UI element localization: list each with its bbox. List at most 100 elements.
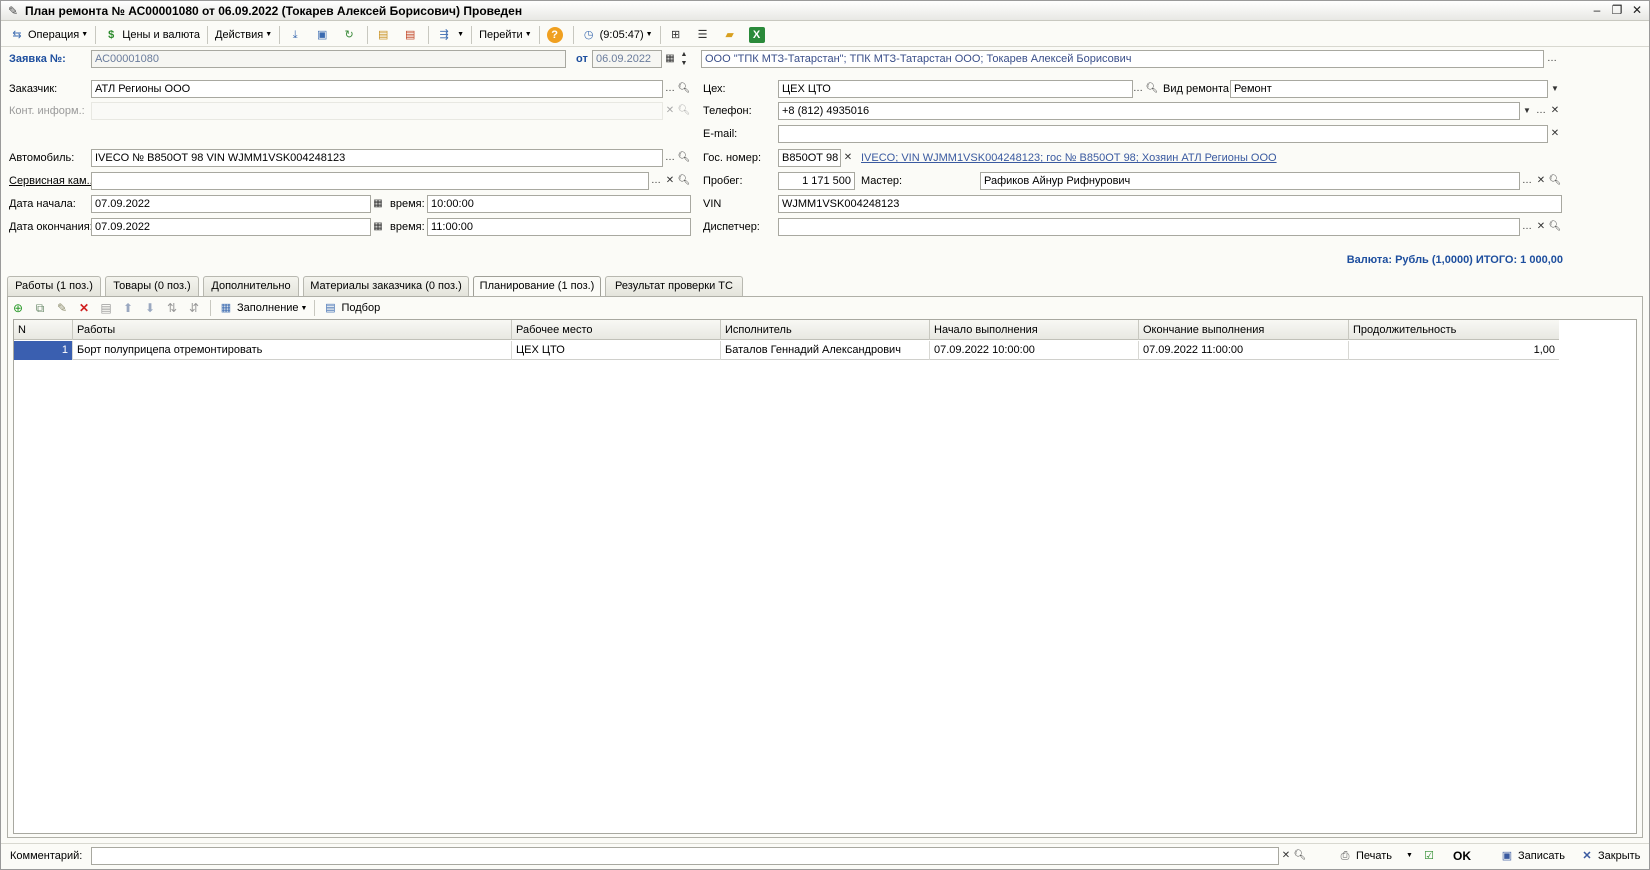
sort-desc-icon[interactable]: ⇵ [185, 299, 203, 317]
search-icon[interactable]: 🔍︎ [677, 149, 691, 167]
ellipsis-icon[interactable]: … [649, 172, 663, 190]
search-icon[interactable]: 🔍︎ [1548, 172, 1562, 190]
print-button[interactable]: ⎙ Печать ▼ [1337, 847, 1413, 865]
prices-button[interactable]: $ Цены и валюта [99, 25, 204, 45]
row-number[interactable]: 1 [14, 341, 73, 360]
ellipsis-icon[interactable]: … [1545, 50, 1559, 68]
chevron-down-icon[interactable]: ▼ [1548, 80, 1562, 98]
contact-field[interactable] [91, 102, 663, 120]
tab-planning[interactable]: Планирование (1 поз.) [473, 276, 601, 297]
toolbar-icon-6[interactable]: ⇶ ▼ [432, 25, 468, 45]
end-date-field[interactable]: 07.09.2022 [91, 218, 371, 236]
ellipsis-icon[interactable]: … [663, 80, 677, 98]
email-field[interactable] [778, 125, 1548, 143]
copy-icon[interactable]: ⧉ [31, 299, 49, 317]
start-time-field[interactable]: 10:00:00 [427, 195, 691, 213]
repair-type-select[interactable]: Ремонт [1230, 80, 1548, 98]
customer-field[interactable]: АТЛ Регионы ООО [91, 80, 663, 98]
search-icon[interactable]: 🔍︎ [1548, 218, 1562, 236]
minimize-button[interactable]: – [1589, 3, 1605, 18]
clear-icon[interactable]: ✕ [1548, 102, 1562, 120]
column-header[interactable]: N [14, 320, 73, 340]
ellipsis-icon[interactable]: … [663, 149, 677, 167]
ok-button[interactable]: OK [1453, 847, 1471, 865]
order-number-field[interactable]: АС00001080 [91, 50, 566, 68]
calendar-icon[interactable]: ▦ [663, 50, 677, 68]
workplace-cell[interactable]: ЦЕХ ЦТО [512, 341, 721, 360]
ellipsis-icon[interactable]: … [1534, 102, 1548, 120]
toolbar-icon-5[interactable]: ▤ [398, 25, 425, 45]
master-field[interactable]: Рафиков Айнур Рифнурович [980, 172, 1520, 190]
edit-icon[interactable]: ✎ [53, 299, 71, 317]
plate-field[interactable]: В850ОТ 98 [778, 149, 841, 167]
clear-icon[interactable]: ✕ [663, 172, 677, 190]
toolbar-icon-7[interactable]: ⊞ [664, 25, 691, 45]
chevron-down-icon[interactable]: ▼ [1520, 102, 1534, 120]
ellipsis-icon[interactable]: … [1520, 172, 1534, 190]
ellipsis-icon[interactable]: … [1131, 80, 1145, 98]
post-check-button[interactable]: ☑ [1421, 847, 1440, 865]
tab-goods[interactable]: Товары (0 поз.) [105, 276, 199, 296]
start-date-field[interactable]: 07.09.2022 [91, 195, 371, 213]
help-button[interactable]: ? [543, 25, 570, 45]
service-campaign-field[interactable] [91, 172, 649, 190]
from-date-field[interactable]: 06.09.2022 [592, 50, 662, 68]
select-button[interactable]: ▤ Подбор [318, 298, 384, 318]
move-down-icon[interactable]: ⬇ [141, 299, 159, 317]
delete-icon[interactable]: ✕ [75, 299, 93, 317]
comment-field[interactable] [91, 847, 1279, 865]
sort-asc-icon[interactable]: ⇅ [163, 299, 181, 317]
toolbar-icon-2[interactable]: ▣ [310, 25, 337, 45]
move-up-icon[interactable]: ⬆ [119, 299, 137, 317]
start-cell[interactable]: 07.09.2022 10:00:00 [930, 341, 1139, 360]
time-button[interactable]: ◷ (9:05:47) ▼ [577, 25, 657, 45]
column-header[interactable]: Работы [73, 320, 512, 340]
phone-field[interactable]: +8 (812) 4935016 [778, 102, 1520, 120]
search-icon[interactable]: 🔍︎ [677, 172, 691, 190]
end-time-field[interactable]: 11:00:00 [427, 218, 691, 236]
ellipsis-icon[interactable]: … [1520, 218, 1534, 236]
clear-icon[interactable]: ✕ [841, 149, 855, 167]
shop-field[interactable]: ЦЕХ ЦТО [778, 80, 1133, 98]
restore-button[interactable]: ❐ [1609, 3, 1625, 18]
duration-cell[interactable]: 1,00 [1349, 341, 1559, 360]
organization-field[interactable]: ООО "ТПК МТЗ-Татарстан"; ТПК МТЗ-Татарст… [701, 50, 1544, 68]
calendar-icon[interactable]: ▦ [371, 218, 385, 236]
calendar-icon[interactable]: ▦ [371, 195, 385, 213]
toolbar-icon-3[interactable]: ↻ [337, 25, 364, 45]
operation-menu[interactable]: ⇆ Операция ▼ [5, 25, 92, 45]
car-field[interactable]: IVECO № В850ОТ 98 VIN WJMM1VSK004248123 [91, 149, 663, 167]
clear-icon[interactable]: ✕ [1534, 218, 1548, 236]
tab-inspection-result[interactable]: Результат проверки ТС [605, 276, 743, 296]
search-icon[interactable]: 🔍︎ [1293, 847, 1307, 865]
toolbar-icon-10[interactable]: X [745, 25, 772, 45]
toolbar-icon-9[interactable]: ▰ [718, 25, 745, 45]
search-icon[interactable]: 🔍︎ [677, 80, 691, 98]
clear-icon[interactable]: ✕ [1548, 125, 1562, 143]
tab-additional[interactable]: Дополнительно [203, 276, 299, 296]
dispatcher-field[interactable] [778, 218, 1520, 236]
vin-field[interactable]: WJMM1VSK004248123 [778, 195, 1562, 213]
mileage-field[interactable]: 1 171 500 [778, 172, 855, 190]
search-icon[interactable]: 🔍︎ [1145, 80, 1159, 98]
clear-icon[interactable]: ✕ [1279, 847, 1293, 865]
work-cell[interactable]: Борт полуприцепа отремонтировать [73, 341, 512, 360]
save-button[interactable]: ▣ Записать [1499, 847, 1565, 865]
close-button[interactable]: ✕ Закрыть [1579, 847, 1640, 865]
tab-customer-materials[interactable]: Материалы заказчика (0 поз.) [303, 276, 469, 296]
toolbar-icon-4[interactable]: ▤ [371, 25, 398, 45]
clear-icon[interactable]: ✕ [663, 102, 677, 120]
service-campaign-label[interactable]: Сервисная кам... [9, 172, 96, 190]
actions-menu[interactable]: Действия ▼ [211, 25, 276, 45]
car-info-link[interactable]: IVECO; VIN WJMM1VSK004248123; гос № В850… [861, 149, 1277, 167]
column-header[interactable]: Исполнитель [721, 320, 930, 340]
column-header[interactable]: Рабочее место [512, 320, 721, 340]
clear-icon[interactable]: ✕ [1534, 172, 1548, 190]
end-cell[interactable]: 07.09.2022 11:00:00 [1139, 341, 1349, 360]
column-header[interactable]: Продолжительность [1349, 320, 1559, 340]
goto-menu[interactable]: Перейти ▼ [475, 25, 536, 45]
toolbar-icon-8[interactable]: ☰ [691, 25, 718, 45]
toolbar-icon-1[interactable]: ⤓ [283, 25, 310, 45]
column-header[interactable]: Начало выполнения [930, 320, 1139, 340]
spin-icon[interactable]: ▲ ▼ [677, 50, 691, 68]
